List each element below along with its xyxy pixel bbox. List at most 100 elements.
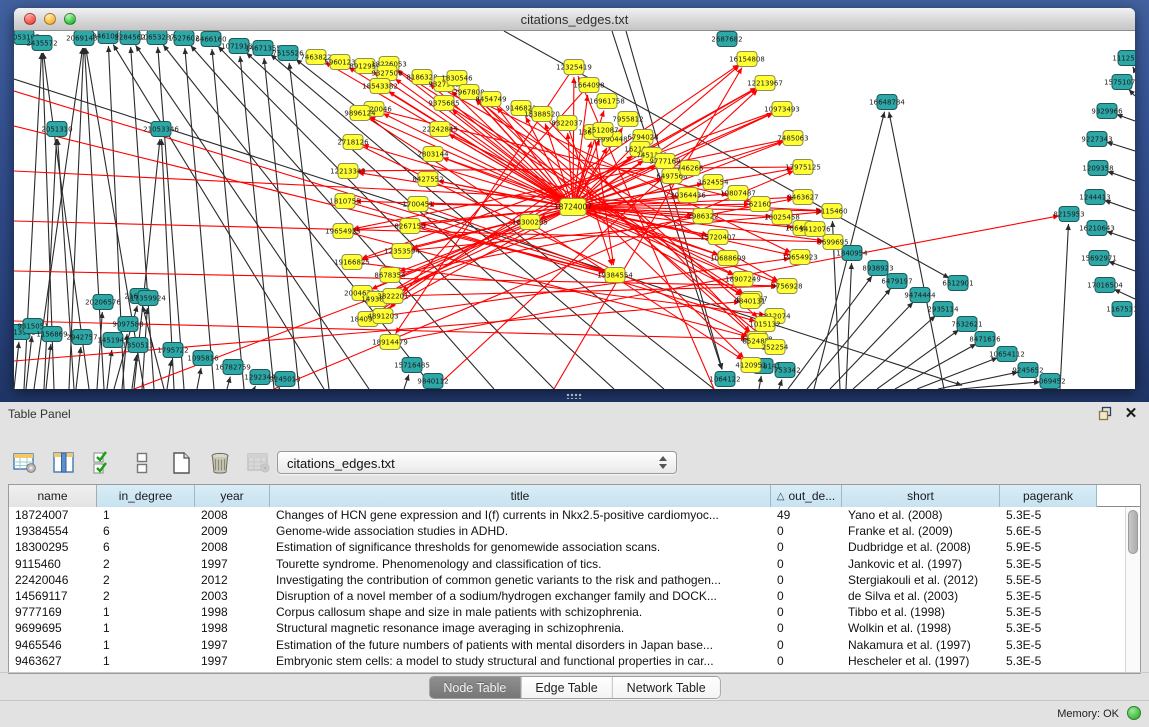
graph-edge[interactable] <box>960 382 1040 389</box>
table-cell[interactable]: 5.3E-5 <box>1000 556 1097 572</box>
table-cell[interactable]: Genome-wide association studies in ADHD. <box>270 523 771 539</box>
graph-edge[interactable] <box>889 112 944 389</box>
graph-edge[interactable] <box>185 48 214 389</box>
table-mode-icon[interactable] <box>12 450 38 476</box>
show-column-icon[interactable] <box>51 450 77 476</box>
table-cell[interactable]: 0 <box>771 556 842 572</box>
table-row[interactable]: 969969511998Structural magnetic resonanc… <box>9 620 1127 636</box>
table-row[interactable]: 911546021997Tourette syndrome. Phenomeno… <box>9 556 1127 572</box>
column-header-year[interactable]: year <box>195 485 270 507</box>
table-row[interactable]: 1938455462009Genome-wide association stu… <box>9 523 1127 539</box>
table-cell[interactable]: 5.3E-5 <box>1000 637 1097 653</box>
table-cell[interactable]: 5.3E-5 <box>1000 620 1097 636</box>
clear-selection-icon[interactable] <box>129 450 155 476</box>
tab-network-table[interactable]: Network Table <box>613 677 720 698</box>
table-cell[interactable]: Tourette syndrome. Phenomenology and cla… <box>270 556 771 572</box>
vertical-scrollbar[interactable] <box>1125 507 1140 673</box>
table-row[interactable]: 946554611997Estimation of the future num… <box>9 637 1127 653</box>
panel-splitter-handle[interactable] <box>566 393 582 399</box>
table-cell[interactable]: 5.3E-5 <box>1000 653 1097 669</box>
table-cell[interactable]: 9465546 <box>9 637 97 653</box>
table-cell[interactable]: 19384554 <box>9 523 97 539</box>
graph-edge[interactable] <box>363 145 573 207</box>
table-cell[interactable]: Embryonic stem cells: a model to study s… <box>270 653 771 669</box>
table-cell[interactable]: Franke et al. (2009) <box>842 523 1000 539</box>
table-cell[interactable]: 6 <box>97 523 195 539</box>
graph-edge[interactable] <box>14 91 605 272</box>
graph-edge[interactable] <box>14 342 19 389</box>
table-cell[interactable]: 0 <box>771 539 842 555</box>
graph-edge[interactable] <box>46 344 51 389</box>
graph-edge[interactable] <box>76 347 81 389</box>
new-document-icon[interactable] <box>168 450 194 476</box>
float-panel-icon[interactable] <box>1097 405 1113 421</box>
table-cell[interactable]: Dudbridge et al. (2008) <box>842 539 1000 555</box>
graph-edge[interactable] <box>442 158 573 207</box>
graph-edge[interactable] <box>788 276 872 389</box>
column-header-in-degree[interactable]: in_degree <box>97 485 195 507</box>
table-cell[interactable]: Yano et al. (2008) <box>842 507 1000 523</box>
table-cell[interactable]: 5.5E-5 <box>1000 572 1097 588</box>
table-cell[interactable]: 1998 <box>195 620 270 636</box>
table-cell[interactable]: Corpus callosum shape and size in male p… <box>270 604 771 620</box>
table-cell[interactable]: 9777169 <box>9 604 97 620</box>
table-cell[interactable]: Hescheler et al. (1997) <box>842 653 1000 669</box>
table-cell[interactable]: 2012 <box>195 572 270 588</box>
table-cell[interactable]: 2003 <box>195 588 270 604</box>
table-cell[interactable]: 5.9E-5 <box>1000 539 1097 555</box>
table-row[interactable]: 1872400712008Changes of HCN gene express… <box>9 507 1127 523</box>
table-cell[interactable]: Jankovic et al. (1997) <box>842 556 1000 572</box>
graph-edge[interactable] <box>158 47 184 389</box>
table-cell[interactable]: 1997 <box>195 556 270 572</box>
select-all-icon[interactable] <box>90 450 116 476</box>
table-cell[interactable]: Disruption of a novel member of a sodium… <box>270 588 771 604</box>
graph-edge[interactable] <box>1060 224 1068 389</box>
table-cell[interactable]: 5.6E-5 <box>1000 523 1097 539</box>
table-cell[interactable]: 2 <box>97 572 195 588</box>
table-cell[interactable]: 0 <box>771 572 842 588</box>
table-combobox[interactable]: citations_edges.txt <box>277 451 677 474</box>
table-cell[interactable]: 1998 <box>195 604 270 620</box>
table-cell[interactable]: Wolkin et al. (1998) <box>842 620 1000 636</box>
table-cell[interactable]: 18300295 <box>9 539 97 555</box>
table-cell[interactable]: 0 <box>771 653 842 669</box>
table-cell[interactable]: 1 <box>97 604 195 620</box>
table-row[interactable]: 1456911722003Disruption of a novel membe… <box>9 588 1127 604</box>
table-cell[interactable]: Stergiakouli et al. (2012) <box>842 572 1000 588</box>
table-cell[interactable]: Changes of HCN gene expression and I(f) … <box>270 507 771 523</box>
delete-icon[interactable] <box>207 450 233 476</box>
table-cell[interactable]: Investigating the contribution of common… <box>270 572 771 588</box>
table-cell[interactable]: 2009 <box>195 523 270 539</box>
table-cell[interactable]: 0 <box>771 637 842 653</box>
table-cell[interactable]: 49 <box>771 507 842 523</box>
graph-edge[interactable] <box>938 372 1018 389</box>
memory-indicator-icon[interactable] <box>1127 706 1141 720</box>
table-cell[interactable]: Tibbo et al. (1998) <box>842 604 1000 620</box>
table-cell[interactable]: 0 <box>771 588 842 604</box>
table-row[interactable]: 2242004622012Investigating the contribut… <box>9 572 1127 588</box>
table-cell[interactable]: 5.3E-5 <box>1000 604 1097 620</box>
table-cell[interactable]: de Silva et al. (2003) <box>842 588 1000 604</box>
column-header-pagerank[interactable]: pagerank <box>1000 485 1097 507</box>
network-canvas[interactable]: 1872400720531072435572206914069461045228… <box>14 31 1135 389</box>
graph-edge[interactable] <box>573 95 588 207</box>
table-cell[interactable]: 0 <box>771 604 842 620</box>
table-cell[interactable]: Nakamura et al. (1997) <box>842 637 1000 653</box>
tab-node-table[interactable]: Node Table <box>429 677 521 698</box>
column-header-out-de-[interactable]: △out_de... <box>771 485 842 507</box>
table-cell[interactable]: 2008 <box>195 507 270 523</box>
window-titlebar[interactable]: citations_edges.txt <box>14 8 1135 31</box>
table-cell[interactable]: 0 <box>771 523 842 539</box>
table-cell[interactable]: 6 <box>97 539 195 555</box>
table-row[interactable]: 946362711997Embryonic stem cells: a mode… <box>9 653 1127 669</box>
table-cell[interactable]: 1 <box>97 637 195 653</box>
tab-edge-table[interactable]: Edge Table <box>521 677 612 698</box>
table-cell[interactable]: 18724007 <box>9 507 97 523</box>
column-header-name[interactable]: name <box>9 485 97 507</box>
column-header-title[interactable]: title <box>270 485 771 507</box>
table-cell[interactable]: Estimation of significance thresholds fo… <box>270 539 771 555</box>
table-cell[interactable]: Estimation of the future numbers of pati… <box>270 637 771 653</box>
table-cell[interactable]: 1997 <box>195 637 270 653</box>
table-cell[interactable]: 1 <box>97 653 195 669</box>
column-header-short[interactable]: short <box>842 485 1000 507</box>
